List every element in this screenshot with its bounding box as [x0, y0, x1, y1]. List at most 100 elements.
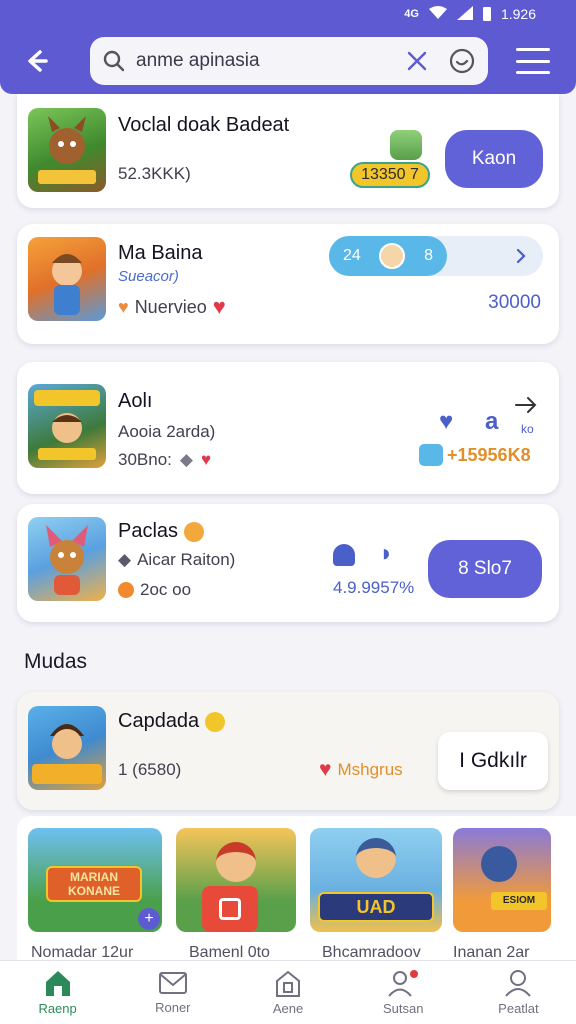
- app-subtitle: Sueacor): [118, 268, 179, 285]
- tile-banner: UAD: [318, 892, 434, 922]
- game-thumbnail: [28, 237, 106, 321]
- nav-item-store[interactable]: Aene: [230, 961, 345, 1024]
- tile-banner: ESIOM: [491, 892, 547, 910]
- nav-label: Aene: [272, 1001, 304, 1016]
- voice-search-icon[interactable]: [448, 47, 476, 75]
- search-bar[interactable]: anme apinasia: [90, 37, 488, 85]
- progress-right: 8: [424, 247, 433, 264]
- status-bar: 4G 1.926: [0, 0, 576, 28]
- game-thumbnail: [28, 384, 106, 468]
- featured-title-text: Capdada: [118, 710, 200, 732]
- nav-label: Roner: [155, 1000, 191, 1015]
- carousel-tile[interactable]: [176, 828, 296, 932]
- app-badge: [202, 886, 258, 932]
- diamond-icon: ◆: [179, 450, 193, 469]
- search-input[interactable]: anme apinasia: [136, 50, 404, 72]
- store-icon: [276, 970, 300, 997]
- app-card[interactable]: Ma Baina Sueacor) ♥ Nuervieo ♥ 24 8 3000…: [17, 224, 559, 344]
- tile-banner: MARIAN KONANE: [46, 866, 142, 902]
- search-icon: [103, 50, 125, 72]
- carousel-tile[interactable]: MARIAN KONANE +: [28, 828, 162, 932]
- menu-button[interactable]: [516, 44, 550, 78]
- game-thumbnail: [28, 108, 106, 192]
- share-arrow-icon[interactable]: [513, 392, 539, 418]
- app-card[interactable]: Voclal doak Badeat 52.3KKK) 13350 7 Kaon: [17, 94, 559, 208]
- price-row: 2oc oo: [118, 580, 191, 600]
- mini-avatar: [390, 130, 422, 160]
- app-stat: 30Bno:: [118, 450, 172, 469]
- emoji-icon: [184, 521, 205, 542]
- progress-left: 24: [343, 247, 361, 264]
- app-subtitle: Aicar Raiton): [137, 550, 236, 569]
- nav-item-home[interactable]: Raenp: [0, 961, 115, 1024]
- nav-label: Peatlat: [498, 1001, 539, 1016]
- avatar: [379, 243, 406, 269]
- add-icon[interactable]: +: [138, 908, 160, 930]
- menu-line: [516, 48, 550, 51]
- app-title-text: Paclas: [118, 520, 179, 542]
- game-thumbnail: [28, 706, 106, 790]
- gift-icon: [219, 898, 241, 920]
- gamepad-icon: ◆: [118, 550, 132, 569]
- stat-b: ko: [521, 422, 534, 436]
- character-thumb: [481, 846, 517, 882]
- emoji-icon: [205, 711, 226, 732]
- rating-label: Nuervieo: [134, 296, 207, 317]
- install-button[interactable]: Kaon: [445, 130, 543, 188]
- app-title: Ma Baina: [118, 242, 203, 264]
- carousel-tile[interactable]: ESIOM: [453, 828, 551, 932]
- stats-row: 30Bno: ◆ ♥: [118, 450, 211, 470]
- status-time: 1.926: [500, 6, 536, 22]
- wifi-icon: [428, 5, 447, 23]
- value-row: +15956K8: [419, 444, 531, 466]
- coin-badge: 13350 7: [350, 162, 430, 188]
- nav-item-friends[interactable]: Sutsan: [346, 961, 461, 1024]
- mail-icon: [158, 972, 187, 994]
- app-price: 2oc oo: [140, 580, 192, 599]
- app-value: 30000: [488, 292, 541, 313]
- featured-tag: ♥ Mshgrus: [319, 758, 403, 782]
- get-button[interactable]: I Gdkılr: [438, 732, 548, 790]
- app-card[interactable]: Aolı Aooia 2arda) 30Bno: ◆ ♥ ♥ a ko +159…: [17, 362, 559, 494]
- heart-icon: ♥: [118, 296, 129, 317]
- section-title: Mudas: [24, 650, 88, 673]
- heart-icon: ♥: [200, 450, 212, 469]
- featured-card[interactable]: Capdada 1 (6580) ♥ Mshgrus I Gdkılr: [17, 692, 559, 810]
- app-value: 4.9.9957%: [333, 578, 415, 597]
- nav-item-profile[interactable]: Peatlat: [461, 961, 576, 1024]
- app-title: Voclal doak Badeat: [118, 114, 290, 136]
- menu-line: [516, 71, 550, 74]
- character-thumb: [356, 838, 396, 878]
- stat-a: a: [485, 408, 499, 435]
- nav-item-mail[interactable]: Roner: [115, 961, 230, 1024]
- heart-icon: ♥: [319, 758, 332, 781]
- data-icon: 4G: [404, 8, 419, 20]
- chevron-right-icon[interactable]: [511, 246, 531, 266]
- character-thumb: [216, 842, 256, 882]
- back-arrow-icon: [28, 50, 48, 72]
- coin-icon: [118, 582, 134, 598]
- app-downloads: 52.3KKK): [118, 164, 191, 183]
- clear-icon[interactable]: [404, 48, 430, 74]
- bottom-nav: Raenp Roner Aene Sutsan Peatlat: [0, 960, 576, 1024]
- like-icon[interactable]: ♥: [439, 408, 453, 436]
- progress-pill[interactable]: 24 8: [329, 236, 543, 276]
- trophy-icon: [419, 444, 443, 466]
- app-title: Capdada: [118, 710, 226, 733]
- app-subtitle: Aooia 2arda): [118, 422, 216, 441]
- app-card[interactable]: Paclas ◆ Aicar Raiton) 2oc oo ◗ 4.9.9957…: [17, 504, 559, 622]
- carousel-tile[interactable]: UAD: [310, 828, 442, 932]
- sound-icon[interactable]: ◗: [379, 540, 394, 568]
- game-carousel[interactable]: MARIAN KONANE + Nomadar 12ur Bamenl 0to …: [17, 816, 576, 966]
- home-icon: [45, 971, 70, 996]
- heart-icon: ♥: [212, 294, 226, 319]
- app-bar: anme apinasia: [0, 28, 576, 94]
- profile-icon: [505, 970, 532, 997]
- back-button[interactable]: [16, 41, 56, 81]
- game-thumbnail: [28, 517, 106, 601]
- nav-label: Sutsan: [382, 1001, 424, 1016]
- menu-line: [516, 59, 550, 63]
- play-button[interactable]: 8 Slo7: [428, 540, 542, 598]
- author-row: ◆ Aicar Raiton): [118, 550, 235, 570]
- signal-icon: [456, 5, 473, 23]
